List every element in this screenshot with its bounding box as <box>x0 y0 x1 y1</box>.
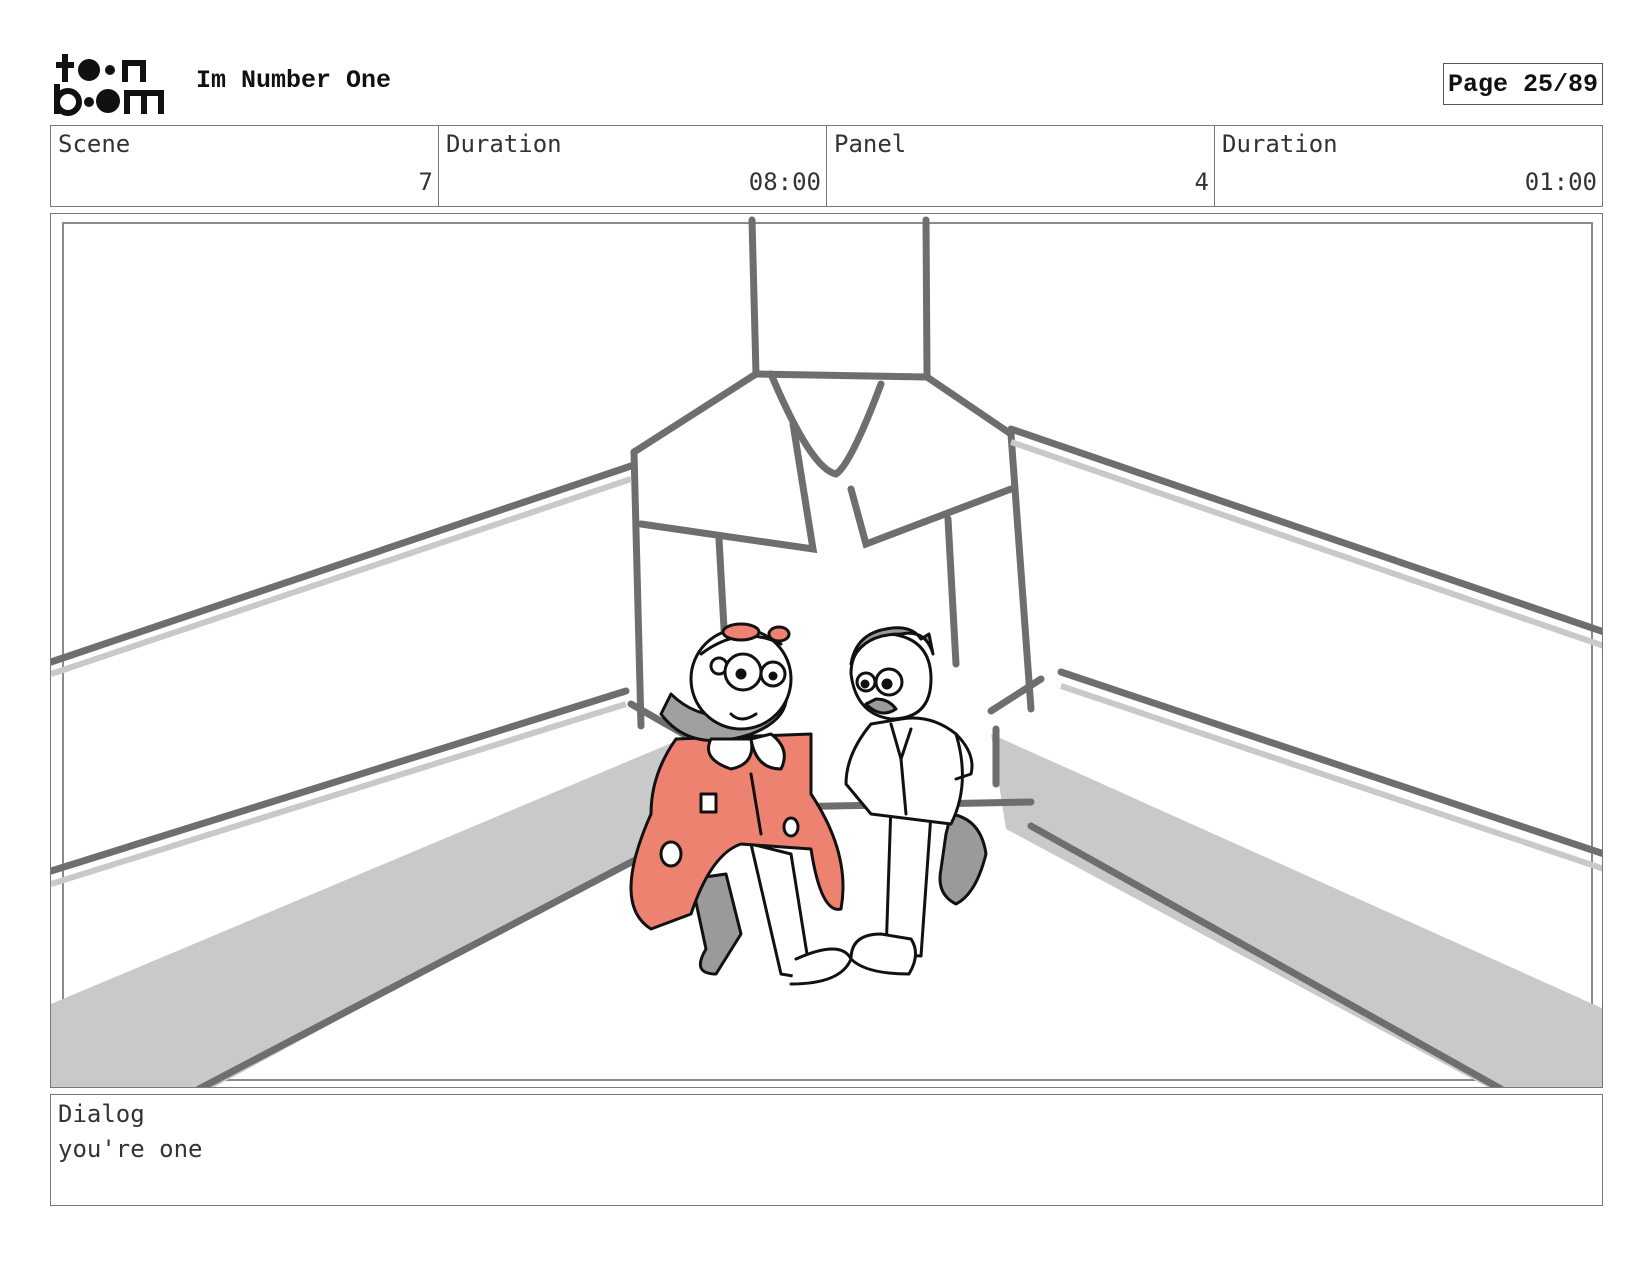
dialog-label: Dialog <box>58 1100 145 1128</box>
toonboom-logo <box>52 52 170 116</box>
dialog-text: you're one <box>58 1135 203 1163</box>
storyboard-sketch-image <box>51 216 1602 1087</box>
scene-value: 7 <box>418 168 433 196</box>
shot-info-row: Scene 7 Duration 08:00 Panel 4 Duration … <box>50 125 1603 207</box>
page-indicator: Page 25/89 <box>1443 63 1603 105</box>
scene-label: Scene <box>58 130 131 158</box>
scene-duration-label: Duration <box>446 130 562 158</box>
panel-duration-cell: Duration 01:00 <box>1215 126 1602 206</box>
storyboard-panel <box>50 213 1603 1088</box>
scene-duration-cell: Duration 08:00 <box>439 126 827 206</box>
scene-cell: Scene 7 <box>51 126 439 206</box>
panel-value: 4 <box>1194 168 1209 196</box>
scene-duration-value: 08:00 <box>748 168 821 196</box>
dialog-box: Dialog you're one <box>50 1094 1603 1206</box>
panel-cell: Panel 4 <box>827 126 1215 206</box>
panel-duration-value: 01:00 <box>1524 168 1597 196</box>
panel-label: Panel <box>834 130 907 158</box>
panel-duration-label: Duration <box>1222 130 1338 158</box>
board-title: Im Number One <box>196 66 392 95</box>
